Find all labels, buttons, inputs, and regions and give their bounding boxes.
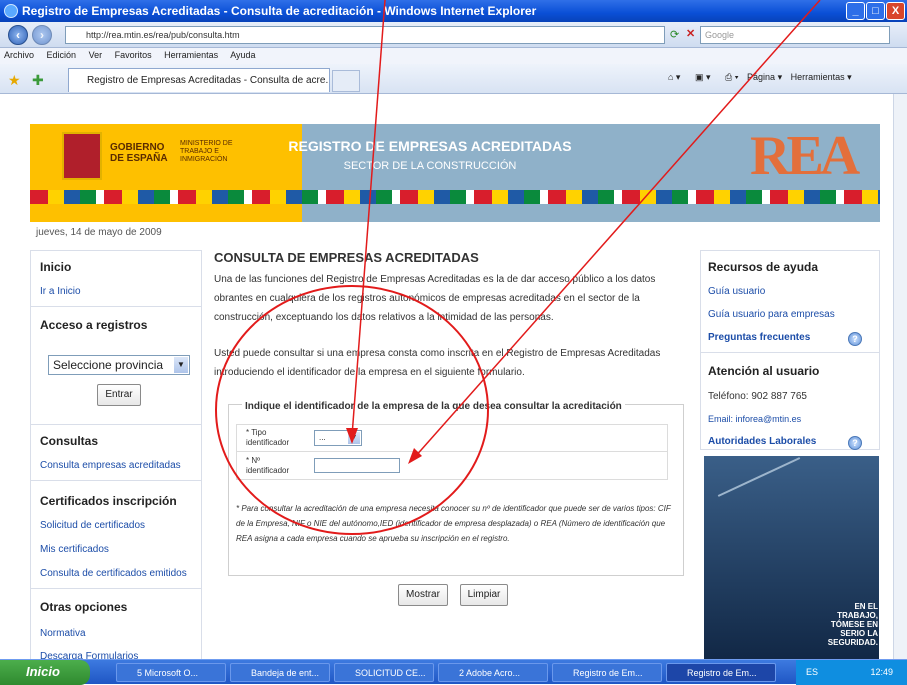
annotation-circle [215,285,489,535]
annotation-overlay [215,0,821,535]
annotation-arrow-1 [351,0,386,437]
arrow-head-icon [346,428,358,444]
annotation-arrow-2 [413,0,821,459]
